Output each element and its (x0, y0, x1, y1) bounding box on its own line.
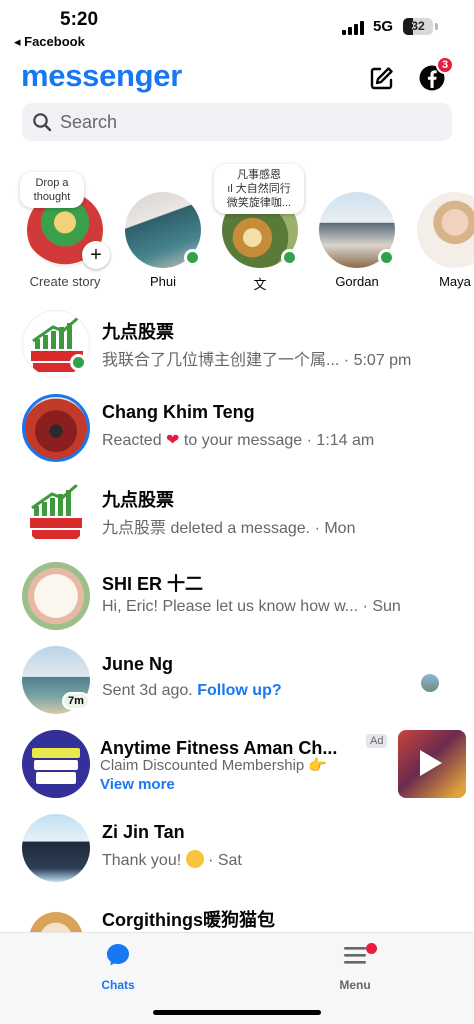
battery-icon: 32 (403, 18, 433, 35)
tab-label: Chats (101, 978, 135, 992)
chat-preview: Thank you! · Sat (102, 850, 242, 869)
chat-name: SHI ER 十二 (102, 574, 204, 594)
grin-emoji-icon (185, 850, 204, 868)
compose-icon (370, 67, 393, 90)
notification-badge: 3 (436, 56, 454, 74)
home-indicator[interactable] (153, 1010, 321, 1015)
online-indicator (378, 249, 395, 266)
chat-row[interactable]: 九点股票 九点股票 deleted a message. · Mon (0, 472, 474, 556)
online-indicator (184, 249, 201, 266)
battery-tip (435, 23, 438, 30)
story-maya[interactable]: Maya (414, 192, 474, 289)
status-bar: 5:20 ◂ Facebook 5G 32 (0, 0, 474, 54)
avatar (22, 562, 90, 630)
avatar (22, 730, 90, 798)
seen-avatar (421, 674, 439, 692)
facebook-button[interactable]: 3 (414, 56, 454, 96)
note-line: ıl 大自然同行 (227, 183, 291, 195)
chat-row[interactable]: Zi Jin Tan Thank you! · Sat (0, 808, 474, 892)
note-line: 微笑旋律咖... (226, 197, 292, 209)
chat-row[interactable]: Corgithings暖狗猫包 (0, 892, 474, 932)
avatar (22, 814, 90, 882)
chat-row[interactable]: 7m June Ng Sent 3d ago. Follow up? (0, 640, 474, 724)
chat-name: Corgithings暖狗猫包 (102, 910, 275, 930)
search-bar[interactable]: Search (22, 103, 452, 141)
story-name: Phui (149, 274, 177, 289)
chat-name: 九点股票 (102, 490, 174, 510)
chat-bubble-icon (107, 944, 129, 966)
story-name: Create story (29, 274, 101, 289)
story-name: Gordan (335, 274, 379, 289)
online-indicator (281, 249, 298, 266)
tab-menu[interactable]: Menu (310, 941, 400, 992)
ad-logo-icon (22, 730, 90, 798)
chat-preview: Hi, Eric! Please let us know how w... · … (102, 598, 401, 615)
chat-row[interactable]: SHI ER 十二 Hi, Eric! Please let us know h… (0, 556, 474, 640)
tab-chats[interactable]: Chats (73, 941, 163, 992)
back-to-app-link[interactable]: ◂ Facebook (14, 34, 85, 50)
story-phui[interactable]: Phui (122, 192, 204, 289)
avatar (22, 394, 90, 462)
chat-name: June Ng (102, 654, 174, 674)
play-icon (420, 750, 442, 776)
chart-logo-icon (30, 482, 82, 539)
search-input[interactable]: Search (60, 112, 117, 133)
music-icon: ıl (227, 183, 236, 195)
chat-preview: Sent 3d ago. Follow up? (102, 682, 282, 699)
active-time-badge: 7m (62, 692, 90, 710)
chat-preview: 我联合了几位博主创建了一个属... · 5:07 pm (102, 352, 412, 369)
view-more-link[interactable]: View more (100, 776, 175, 793)
note-bubble[interactable]: Drop a thought (20, 172, 84, 208)
online-indicator (70, 354, 87, 371)
chat-name: Zi Jin Tan (102, 822, 185, 842)
battery-level: 32 (411, 19, 425, 33)
pointing-hand-icon: 👉 (308, 757, 328, 774)
note-bubble[interactable]: 凡事感恩 ıl 大自然同行 微笑旋律咖... (214, 164, 304, 214)
network-type: 5G (373, 18, 394, 35)
ad-video-thumbnail[interactable] (398, 730, 466, 798)
heart-icon: ❤ (166, 432, 180, 449)
chat-preview: 九点股票 deleted a message. · Mon (102, 520, 356, 537)
story-name: 文 (253, 277, 267, 292)
menu-notification-dot (366, 943, 377, 954)
tab-label: Menu (339, 978, 371, 992)
avatar (22, 898, 90, 932)
chat-preview: Reacted ❤ to your message · 1:14 am (102, 432, 375, 449)
status-time: 5:20 (60, 9, 99, 30)
story-name: Maya (439, 274, 471, 289)
ad-row[interactable]: Anytime Fitness Aman Ch... Ad Claim Disc… (0, 724, 474, 808)
chat-row[interactable]: Chang Khim Teng Reacted ❤ to your messag… (0, 388, 474, 472)
plus-icon: + (90, 243, 102, 266)
signal-icon (342, 21, 366, 35)
avatar (22, 478, 90, 546)
chat-row[interactable]: 九点股票 我联合了几位博主创建了一个属... · 5:07 pm (0, 304, 474, 388)
avatar (417, 192, 474, 268)
story-gordan[interactable]: Gordan (316, 192, 398, 289)
ad-badge: Ad (366, 734, 388, 748)
follow-up-link[interactable]: Follow up? (197, 682, 281, 699)
chat-name: 九点股票 (102, 322, 174, 342)
search-icon (33, 113, 52, 132)
note-line: 凡事感恩 (237, 169, 281, 181)
messenger-logo: messenger (21, 58, 183, 93)
compose-button[interactable] (364, 60, 400, 96)
add-story-button[interactable]: + (82, 241, 110, 269)
chat-preview: Claim Discounted Membership 👉 (100, 757, 328, 774)
menu-icon (344, 947, 366, 964)
chat-name: Chang Khim Teng (102, 402, 255, 422)
